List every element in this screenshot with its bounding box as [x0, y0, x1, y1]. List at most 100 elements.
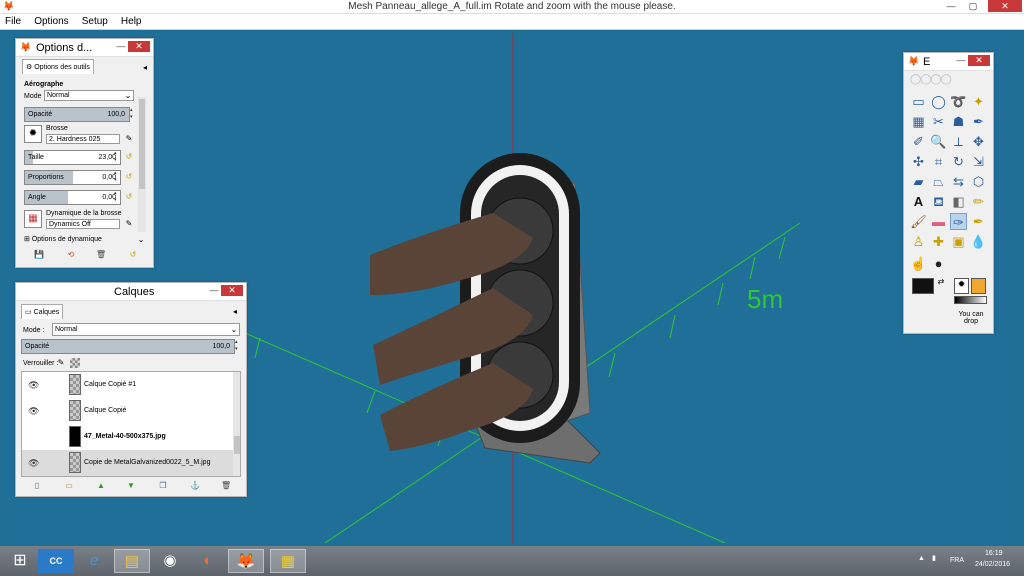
close-icon[interactable]: ✕	[128, 41, 150, 52]
reset-angle-icon[interactable]: ↺	[124, 192, 134, 202]
duplicate-layer-icon[interactable]: ❐	[158, 481, 168, 491]
layer-row[interactable]: 👁 Calque Copié #1	[22, 372, 240, 398]
move-icon[interactable]: ✥	[970, 133, 987, 150]
ink-icon[interactable]: ✒	[970, 213, 987, 230]
minimize-icon[interactable]: —	[114, 41, 128, 51]
angle-slider[interactable]: Angle 0,00	[24, 190, 121, 205]
clone-icon[interactable]: ♙	[910, 233, 927, 250]
clock-time[interactable]: 16:19	[985, 550, 1003, 557]
dynamics-options-expander[interactable]: ⊞ Options de dynamique	[24, 235, 102, 243]
brush-name-field[interactable]: 2. Hardness 025	[46, 134, 120, 144]
aspect-spinner[interactable]: ▴ ▾	[114, 170, 120, 185]
panel-menu-icon[interactable]: ◂	[230, 307, 240, 317]
foreground-select-icon[interactable]: ☗	[950, 113, 967, 130]
menu-file[interactable]: File	[0, 14, 26, 27]
layer-opacity-spinner[interactable]: ▴ ▾	[235, 339, 241, 354]
minimize-button[interactable]: —	[941, 0, 961, 12]
raise-layer-icon[interactable]: ▲	[96, 481, 106, 491]
train-app-icon[interactable]: ▦	[270, 549, 306, 573]
blur-icon[interactable]: 💧	[970, 233, 987, 250]
bucket-fill-icon[interactable]: ⛾	[930, 193, 947, 210]
eye-icon[interactable]: 👁	[28, 458, 39, 469]
edit-dynamics-icon[interactable]: ✎	[124, 219, 134, 229]
save-preset-icon[interactable]: 💾	[34, 250, 44, 260]
ellipse-select-icon[interactable]: ◯	[930, 93, 947, 110]
layer-list-scrollbar[interactable]	[233, 372, 240, 476]
panel-menu-icon[interactable]: ◂	[140, 63, 150, 73]
maximize-button[interactable]: ▢	[963, 0, 983, 12]
brush-indicator-icon[interactable]: ✹	[954, 278, 969, 294]
gimp-taskbar-icon[interactable]: 🦊	[228, 549, 264, 573]
smudge-icon[interactable]: ☝	[910, 255, 927, 272]
internet-explorer-icon[interactable]: ℯ	[76, 549, 112, 573]
delete-preset-icon[interactable]: 🗑	[96, 250, 106, 260]
select-by-color-icon[interactable]: ▦	[910, 113, 927, 130]
size-spinner[interactable]: ▴ ▾	[114, 150, 120, 165]
new-layer-icon[interactable]: ▯	[32, 481, 42, 491]
dynamics-preview-icon[interactable]: ▦	[24, 210, 42, 228]
rotate-icon[interactable]: ↻	[950, 153, 967, 170]
dynamics-field[interactable]: Dynamics Off	[46, 219, 120, 229]
cage-transform-icon[interactable]: ⬡	[970, 173, 987, 190]
color-picker-icon[interactable]: ✐	[910, 133, 927, 150]
close-icon[interactable]: ✕	[221, 285, 243, 296]
paintbrush-icon[interactable]: 🖌	[910, 213, 927, 230]
lock-alpha-icon[interactable]	[70, 358, 80, 368]
brush-preview-icon[interactable]: ✹	[24, 125, 42, 143]
language-indicator[interactable]: FRA	[950, 557, 964, 564]
edit-brush-icon[interactable]: ✎	[124, 134, 134, 144]
tool-options-titlebar[interactable]: 🦊 Options d... — ✕	[16, 39, 153, 57]
perspective-icon[interactable]: ⏢	[930, 173, 947, 190]
align-icon[interactable]: ✣	[910, 153, 927, 170]
aspect-slider[interactable]: Proportions 0,00	[24, 170, 121, 185]
network-icon[interactable]: ▮	[932, 554, 936, 562]
menu-options[interactable]: Options	[29, 14, 73, 27]
opacity-slider[interactable]: Opacité 100,0	[24, 107, 130, 122]
close-icon[interactable]: ✕	[968, 55, 990, 66]
tray-arrow-icon[interactable]: ▲	[918, 555, 925, 562]
tool-options-scrollbar[interactable]	[138, 97, 146, 232]
perspective-clone-icon[interactable]: ▣	[950, 233, 967, 250]
layer-row-selected[interactable]: 👁 Copie de MetalGalvanized0022_5_M.jpg	[22, 450, 240, 476]
mode-select[interactable]: Normal	[44, 90, 134, 101]
text-tool-icon[interactable]: A	[910, 193, 927, 210]
menu-setup[interactable]: Setup	[77, 14, 113, 27]
airbrush-icon[interactable]: ✑	[950, 213, 967, 230]
blend-icon[interactable]: ◧	[950, 193, 967, 210]
tab-layers[interactable]: ▭ Calques	[21, 304, 64, 319]
anchor-layer-icon[interactable]: ⚓	[190, 481, 200, 491]
layer-mode-select[interactable]: Normal	[52, 323, 240, 336]
tab-tool-options[interactable]: ⚙ Options des outils	[22, 59, 94, 74]
angle-spinner[interactable]: ▴ ▾	[114, 190, 120, 205]
cc-app-icon[interactable]: CC	[38, 549, 74, 573]
clock-date[interactable]: 24/02/2016	[975, 561, 1010, 568]
free-select-icon[interactable]: ➰	[950, 93, 967, 110]
gradient-indicator[interactable]	[954, 296, 987, 304]
restore-preset-icon[interactable]: ⟲	[66, 250, 76, 260]
dodge-burn-icon[interactable]: ●	[930, 255, 947, 272]
crop-icon[interactable]: ⌗	[930, 153, 947, 170]
zoom-icon[interactable]: 🔍	[930, 133, 947, 150]
toolbox-titlebar[interactable]: 🦊 E — ✕	[904, 53, 993, 71]
paths-icon[interactable]: ✒	[970, 113, 987, 130]
game-app-icon[interactable]: ◉	[152, 549, 188, 573]
measure-icon[interactable]: ⟂	[950, 133, 967, 150]
heal-icon[interactable]: ✚	[930, 233, 947, 250]
lower-layer-icon[interactable]: ▼	[126, 481, 136, 491]
pattern-indicator[interactable]	[971, 278, 986, 294]
lock-pixels-icon[interactable]: ✎	[56, 358, 66, 368]
flip-icon[interactable]: ⇆	[950, 173, 967, 190]
new-group-icon[interactable]: ▭	[64, 481, 74, 491]
shear-icon[interactable]: ▰	[910, 173, 927, 190]
layer-opacity-slider[interactable]: Opacité 100,0	[21, 339, 235, 354]
layer-row[interactable]: 47_Metal-40-500x375.jpg	[22, 424, 240, 450]
pencil-icon[interactable]: ✏	[970, 193, 987, 210]
swap-colors-icon[interactable]: ⇄	[936, 277, 946, 287]
scroll-down-icon[interactable]: ⌄	[136, 235, 146, 245]
chevron-down-icon[interactable]: ⌄	[229, 325, 239, 335]
size-slider[interactable]: Taille 23,00	[24, 150, 121, 165]
rect-select-icon[interactable]: ▭	[910, 93, 927, 110]
fuzzy-select-icon[interactable]: ✦	[970, 93, 987, 110]
opacity-spinner[interactable]: ▴ ▾	[130, 107, 136, 122]
scissors-icon[interactable]: ✂	[930, 113, 947, 130]
